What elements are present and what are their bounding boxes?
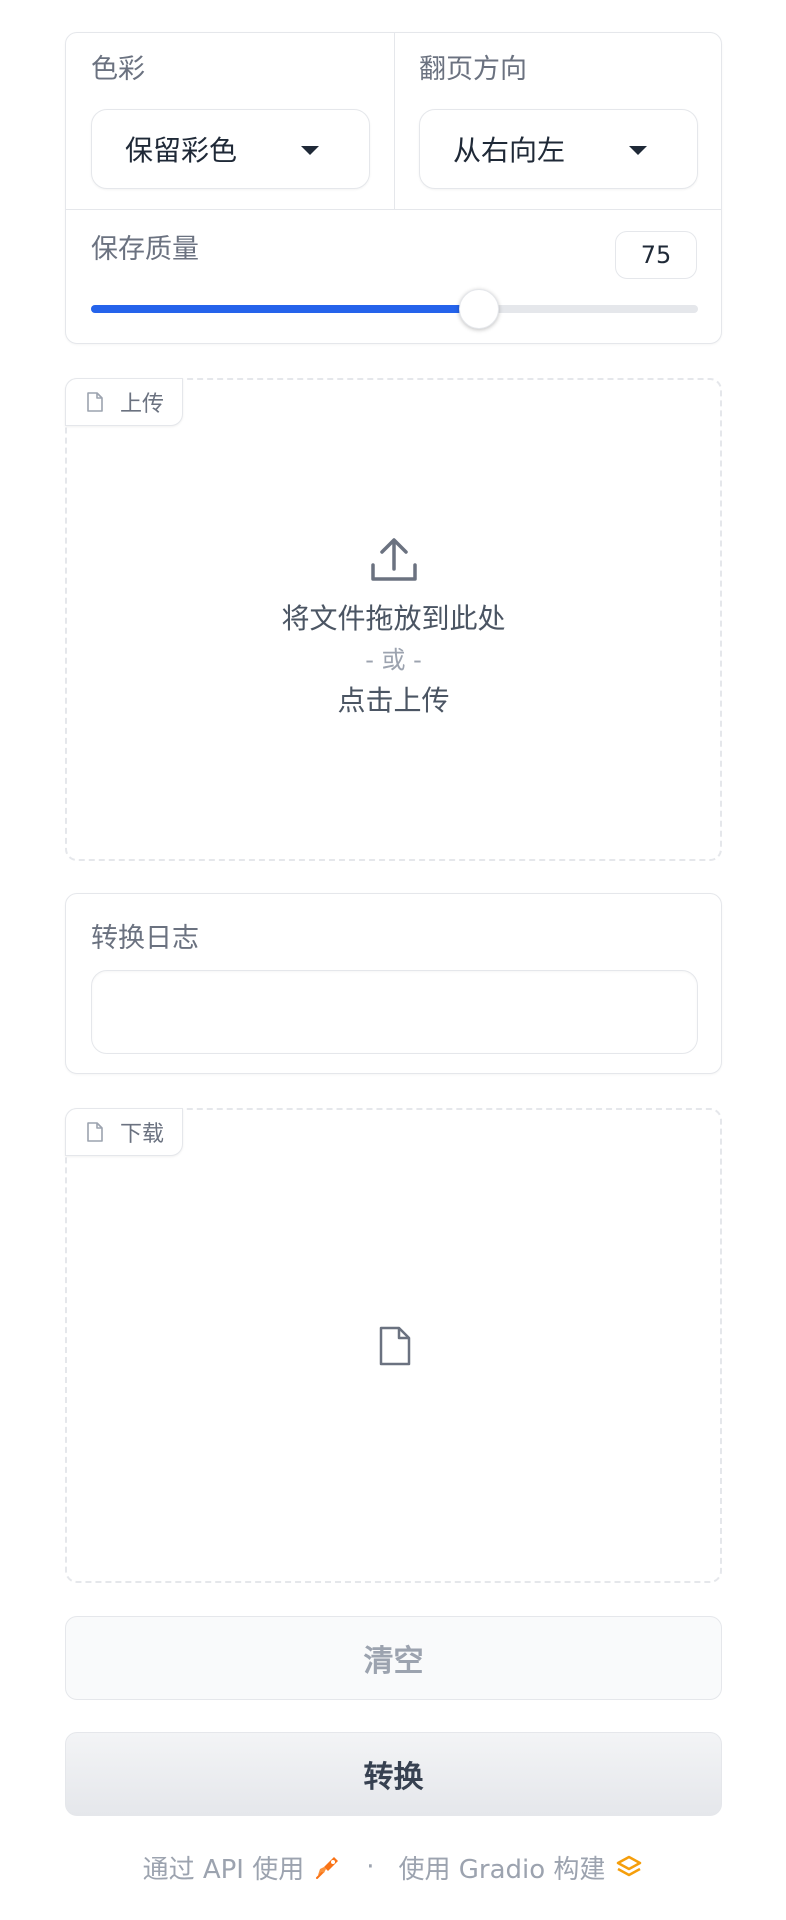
- quality-number-input[interactable]: 75: [615, 231, 697, 279]
- quality-slider-thumb[interactable]: [459, 289, 500, 329]
- direction-label: 翻页方向: [419, 54, 527, 85]
- color-dropdown-value: 保留彩色: [125, 134, 238, 167]
- download-tag-label: 下载: [120, 1122, 165, 1147]
- upload-dropzone[interactable]: 上传 将文件拖放到此处 - 或 - 点击上传: [65, 378, 722, 861]
- quality-label: 保存质量: [91, 234, 199, 265]
- upload-drop-text: 将文件拖放到此处: [281, 602, 506, 635]
- quality-slider[interactable]: [91, 289, 698, 329]
- caret-down-icon: [629, 146, 647, 155]
- upload-tag-label: 上传: [120, 392, 165, 417]
- download-area: 下载: [65, 1108, 722, 1583]
- download-tag: 下载: [65, 1108, 184, 1156]
- quality-slider-fill: [91, 305, 480, 313]
- footer: 通过 API 使用 · 使用 Gradio 构建: [0, 1842, 786, 1892]
- gradio-logo-icon: [617, 1855, 642, 1877]
- direction-dropdown[interactable]: 从右向左: [419, 109, 698, 189]
- footer-separator: ·: [366, 1852, 375, 1882]
- clear-button[interactable]: 清空: [65, 1616, 722, 1700]
- api-link[interactable]: 通过 API 使用: [143, 1849, 305, 1886]
- file-icon: [379, 1326, 411, 1366]
- direction-dropdown-value: 从右向左: [453, 134, 566, 167]
- caret-down-icon: [301, 146, 319, 155]
- upload-or-text: - 或 -: [365, 646, 422, 674]
- log-card: 转换日志: [65, 893, 722, 1074]
- upload-tag: 上传: [65, 378, 184, 426]
- settings-card: 色彩 保留彩色 翻页方向 从右向左 保存质量 75: [65, 32, 722, 344]
- app-root: 色彩 保留彩色 翻页方向 从右向左 保存质量 75 上传 将文件拖放到此处 - …: [0, 0, 786, 1920]
- color-label: 色彩: [91, 54, 145, 85]
- settings-divider: [394, 33, 395, 210]
- upload-icon: [370, 538, 417, 581]
- rocket-icon: [316, 1857, 339, 1879]
- upload-drop-content: 将文件拖放到此处 - 或 - 点击上传: [67, 535, 720, 721]
- file-icon: [87, 392, 103, 412]
- convert-button[interactable]: 转换: [65, 1732, 722, 1816]
- gradio-link[interactable]: 使用 Gradio 构建: [399, 1849, 606, 1886]
- upload-click-text[interactable]: 点击上传: [337, 681, 449, 721]
- log-textbox[interactable]: [91, 970, 698, 1054]
- file-icon: [87, 1122, 103, 1142]
- color-dropdown[interactable]: 保留彩色: [91, 109, 370, 189]
- log-label: 转换日志: [91, 923, 199, 954]
